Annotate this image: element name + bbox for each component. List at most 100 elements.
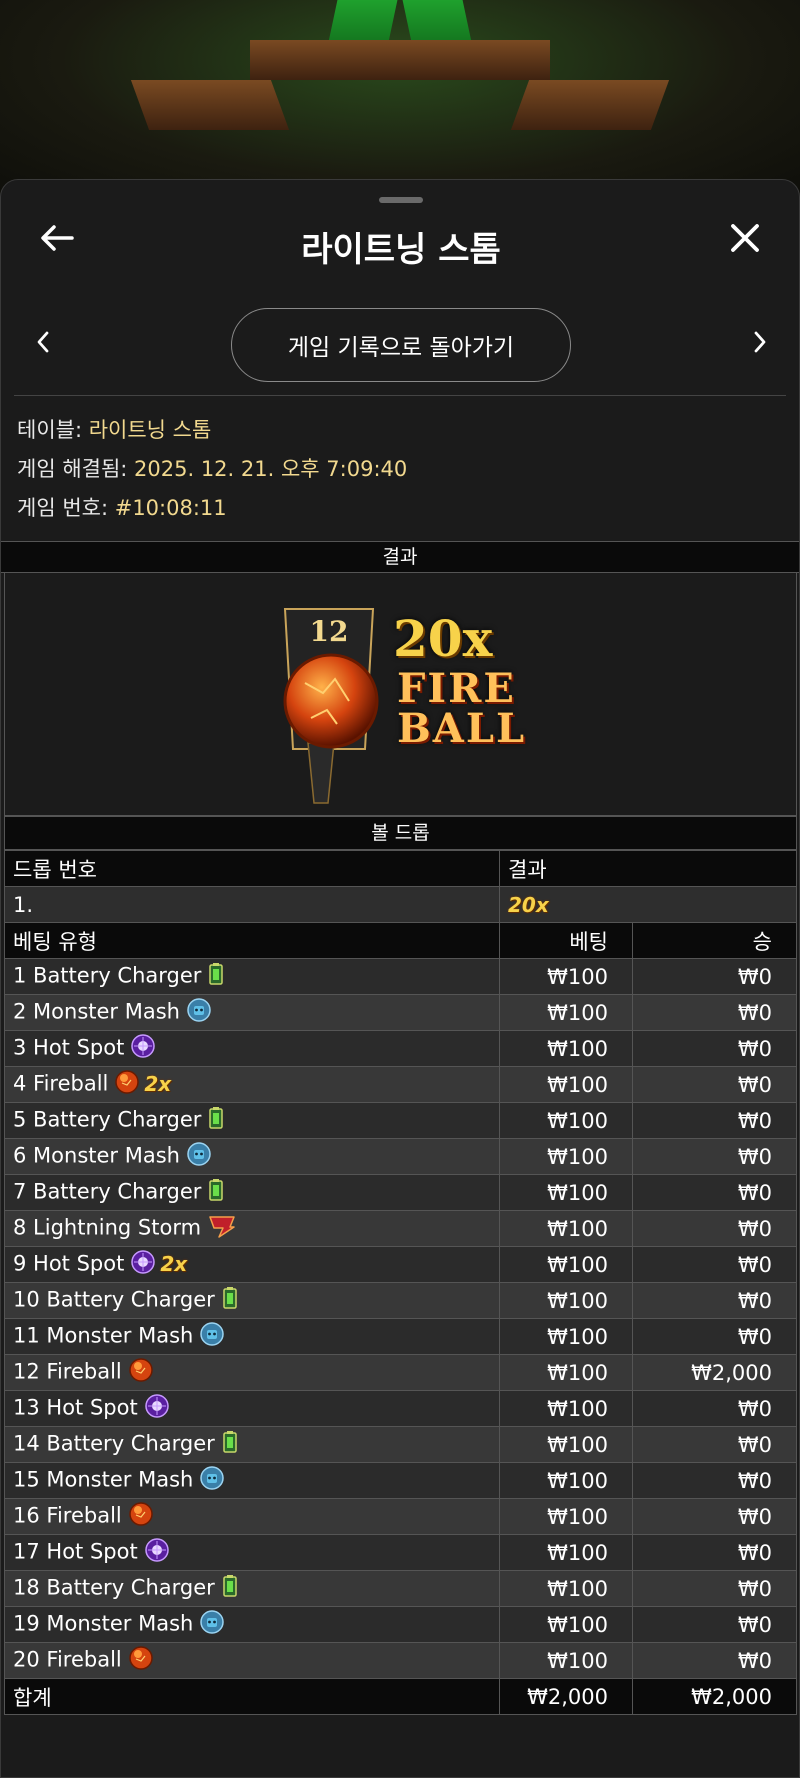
bet-type-cell: 17 Hot Spot bbox=[4, 1534, 500, 1571]
ball-drop-header-row: 드롭 번호 결과 bbox=[4, 850, 797, 887]
win-amount: ₩0 bbox=[632, 1534, 797, 1571]
win-amount: ₩2,000 bbox=[632, 1354, 797, 1391]
hotspot-icon bbox=[130, 1033, 156, 1064]
bet-row: 3 Hot Spot ₩100 ₩0 bbox=[4, 1030, 797, 1067]
result-number: 12 bbox=[309, 615, 349, 648]
bet-amount: ₩100 bbox=[499, 994, 633, 1031]
game-number-value: #10:08:11 bbox=[114, 496, 227, 520]
wood-panel-left bbox=[130, 80, 290, 130]
battery-icon bbox=[221, 1430, 239, 1459]
bet-amount: ₩100 bbox=[499, 1030, 633, 1067]
hotspot-icon bbox=[144, 1537, 170, 1568]
bet-amount: ₩100 bbox=[499, 1102, 633, 1139]
bet-type-label: 8 Lightning Storm bbox=[13, 1215, 202, 1240]
bet-type-cell: 20 Fireball bbox=[4, 1642, 500, 1679]
bet-type-cell: 8 Lightning Storm bbox=[4, 1210, 500, 1247]
monster-icon bbox=[199, 1465, 225, 1496]
bet-type-label: 19 Monster Mash bbox=[13, 1611, 194, 1636]
bet-type-cell: 12 Fireball bbox=[4, 1354, 500, 1391]
bet-type-cell: 10 Battery Charger bbox=[4, 1282, 500, 1319]
bet-type-label: 3 Hot Spot bbox=[13, 1035, 125, 1060]
sheet-footer bbox=[1, 1765, 799, 1777]
back-arrow-button[interactable] bbox=[35, 216, 79, 260]
col-bet: 베팅 bbox=[499, 922, 633, 959]
bet-amount: ₩100 bbox=[499, 1354, 633, 1391]
bet-amount: ₩100 bbox=[499, 1210, 633, 1247]
lightning-icon bbox=[207, 1213, 237, 1244]
bet-row: 9 Hot Spot 2x ₩100 ₩0 bbox=[4, 1246, 797, 1283]
prev-game-button[interactable] bbox=[28, 327, 58, 357]
bet-type-cell: 4 Fireball 2x bbox=[4, 1066, 500, 1103]
bet-row: 13 Hot Spot ₩100 ₩0 bbox=[4, 1390, 797, 1427]
resolved-value: 2025. 12. 21. 오후 7:09:40 bbox=[134, 457, 408, 481]
game-number-label: 게임 번호: bbox=[17, 496, 115, 520]
win-amount: ₩0 bbox=[632, 1102, 797, 1139]
bet-amount: ₩100 bbox=[499, 1606, 633, 1643]
bet-type-label: 15 Monster Mash bbox=[13, 1467, 194, 1492]
bet-type-cell: 14 Battery Charger bbox=[4, 1426, 500, 1463]
bet-type-label: 14 Battery Charger bbox=[13, 1431, 215, 1456]
win-amount: ₩0 bbox=[632, 994, 797, 1031]
back-to-history-button[interactable]: 게임 기록으로 돌아가기 bbox=[231, 308, 571, 382]
resolved-info: 게임 해결됨: 2025. 12. 21. 오후 7:09:40 bbox=[17, 453, 407, 483]
next-game-button[interactable] bbox=[745, 327, 775, 357]
win-amount: ₩0 bbox=[632, 1642, 797, 1679]
win-amount: ₩0 bbox=[632, 1570, 797, 1607]
bet-row: 1 Battery Charger ₩100 ₩0 bbox=[4, 958, 797, 995]
ball-drop-row: 1. 20x bbox=[4, 886, 797, 923]
monster-icon bbox=[199, 1609, 225, 1640]
drop-result: 20x bbox=[499, 886, 797, 923]
bet-row: 19 Monster Mash ₩100 ₩0 bbox=[4, 1606, 797, 1643]
table-value: 라이트닝 스톰 bbox=[88, 418, 212, 442]
fireball-icon bbox=[128, 1501, 154, 1532]
bet-type-label: 12 Fireball bbox=[13, 1359, 122, 1384]
bet-type-cell: 5 Battery Charger bbox=[4, 1102, 500, 1139]
bet-type-label: 10 Battery Charger bbox=[13, 1287, 215, 1312]
col-drop-number: 드롭 번호 bbox=[4, 850, 500, 887]
bet-row: 17 Hot Spot ₩100 ₩0 bbox=[4, 1534, 797, 1571]
win-amount: ₩0 bbox=[632, 1030, 797, 1067]
bet-type-cell: 6 Monster Mash bbox=[4, 1138, 500, 1175]
close-icon bbox=[731, 224, 759, 252]
bet-type-label: 20 Fireball bbox=[13, 1647, 122, 1672]
bet-multiplier: 2x bbox=[160, 1251, 188, 1276]
bet-amount: ₩100 bbox=[499, 1282, 633, 1319]
close-button[interactable] bbox=[723, 216, 767, 260]
bet-type-label: 6 Monster Mash bbox=[13, 1143, 180, 1168]
win-amount: ₩0 bbox=[632, 1138, 797, 1175]
bet-type-cell: 2 Monster Mash bbox=[4, 994, 500, 1031]
win-amount: ₩0 bbox=[632, 1246, 797, 1283]
monster-icon bbox=[186, 997, 212, 1028]
bet-type-cell: 15 Monster Mash bbox=[4, 1462, 500, 1499]
bet-type-label: 18 Battery Charger bbox=[13, 1575, 215, 1600]
win-amount: ₩0 bbox=[632, 1174, 797, 1211]
bet-row: 4 Fireball 2x ₩100 ₩0 bbox=[4, 1066, 797, 1103]
bet-row: 2 Monster Mash ₩100 ₩0 bbox=[4, 994, 797, 1031]
bet-row: 5 Battery Charger ₩100 ₩0 bbox=[4, 1102, 797, 1139]
bet-amount: ₩100 bbox=[499, 1426, 633, 1463]
bet-row: 15 Monster Mash ₩100 ₩0 bbox=[4, 1462, 797, 1499]
win-amount: ₩0 bbox=[632, 1210, 797, 1247]
bet-type-cell: 11 Monster Mash bbox=[4, 1318, 500, 1355]
battery-icon bbox=[221, 1286, 239, 1315]
bet-type-label: 11 Monster Mash bbox=[13, 1323, 194, 1348]
fireball-icon bbox=[128, 1645, 154, 1676]
bet-row: 8 Lightning Storm ₩100 ₩0 bbox=[4, 1210, 797, 1247]
ball-drop-table: 드롭 번호 결과 1. 20x bbox=[4, 850, 797, 923]
win-amount: ₩0 bbox=[632, 1066, 797, 1103]
result-panel: 12 20x FIRE BALL bbox=[4, 572, 797, 816]
bet-amount: ₩100 bbox=[499, 1498, 633, 1535]
win-amount: ₩0 bbox=[632, 1282, 797, 1319]
col-win: 승 bbox=[632, 922, 797, 959]
bet-amount: ₩100 bbox=[499, 1066, 633, 1103]
hotspot-icon bbox=[130, 1249, 156, 1280]
result-name: FIRE BALL bbox=[397, 669, 526, 749]
win-amount: ₩0 bbox=[632, 1318, 797, 1355]
bet-type-cell: 9 Hot Spot 2x bbox=[4, 1246, 500, 1283]
drag-handle[interactable] bbox=[379, 197, 423, 203]
win-amount: ₩0 bbox=[632, 1390, 797, 1427]
table-label: 테이블: bbox=[17, 418, 89, 442]
win-amount: ₩0 bbox=[632, 1498, 797, 1535]
game-background bbox=[0, 0, 800, 200]
bet-type-label: 16 Fireball bbox=[13, 1503, 122, 1528]
